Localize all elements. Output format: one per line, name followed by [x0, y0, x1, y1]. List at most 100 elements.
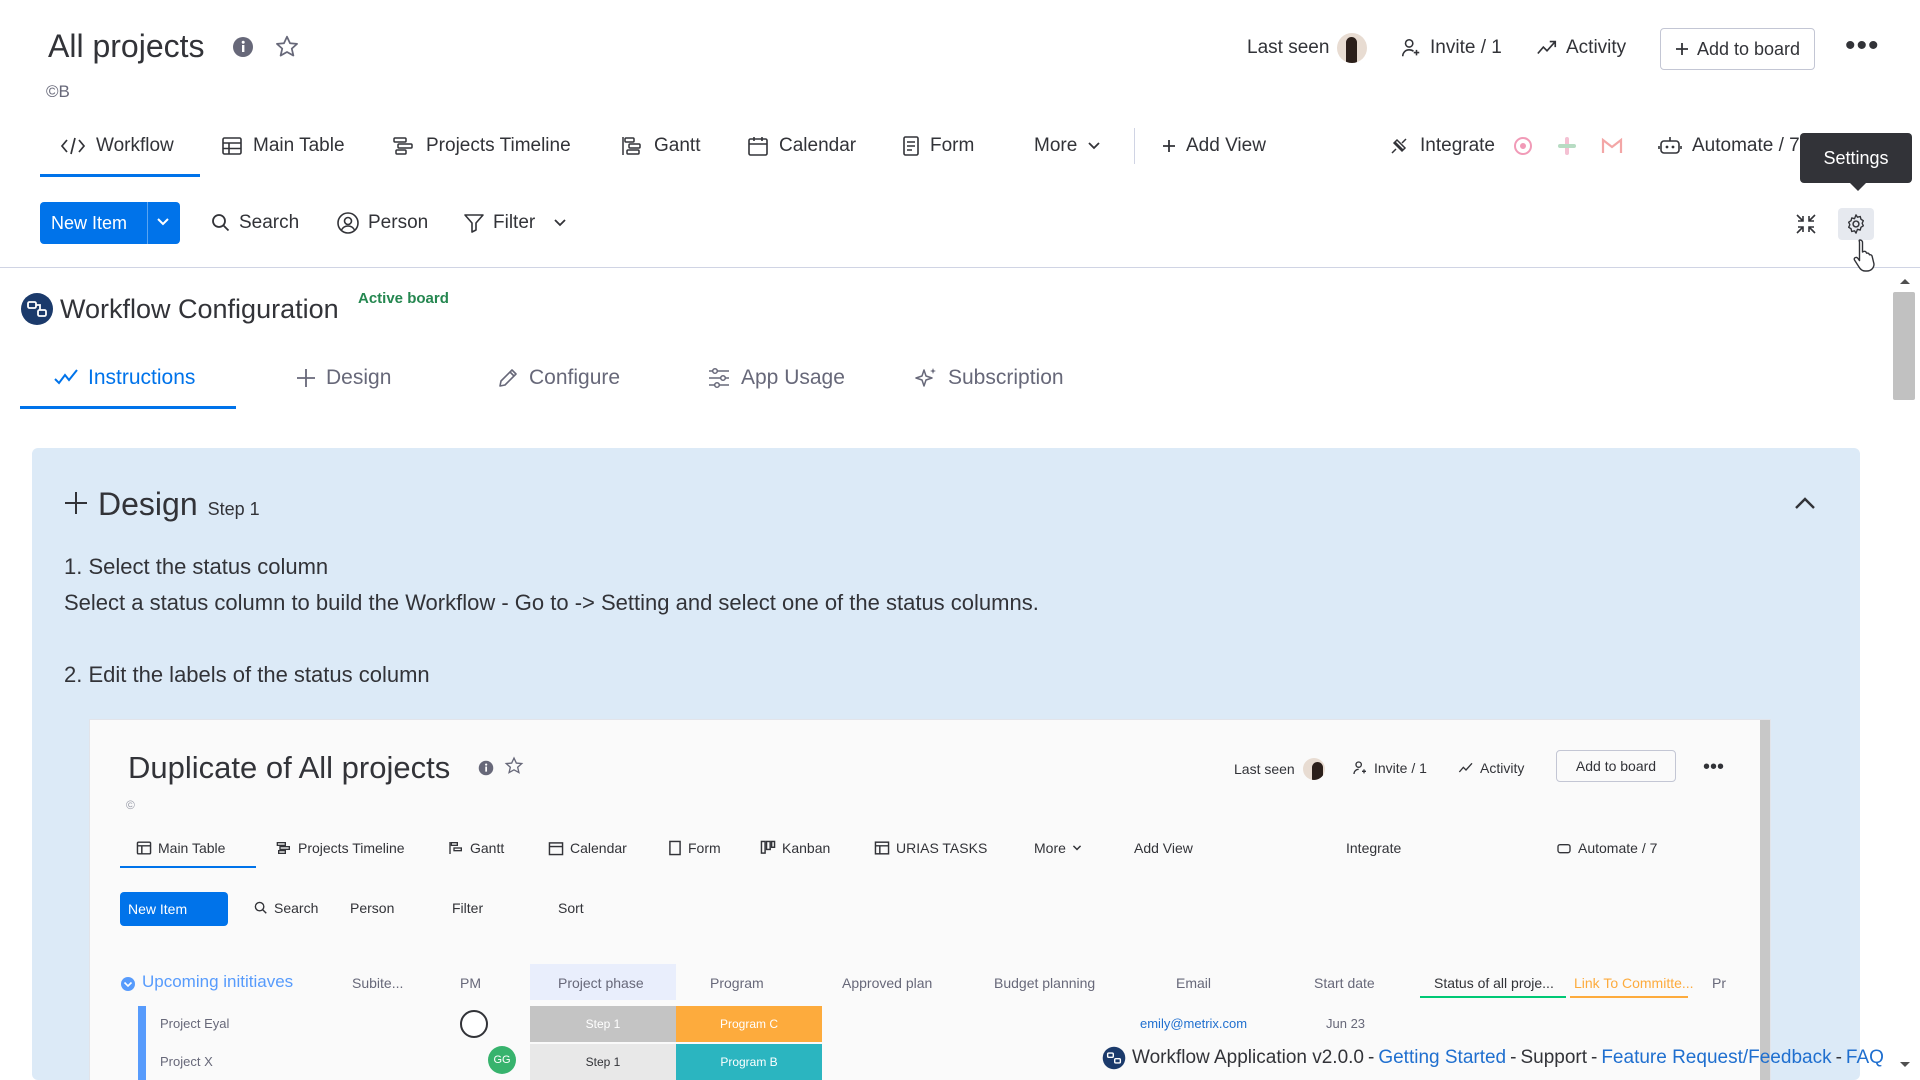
sparkle-icon [914, 366, 948, 390]
integrate-label: Integrate [1346, 840, 1402, 856]
add-view-label: Add View [1134, 840, 1193, 856]
activity-label: Activity [1566, 37, 1627, 58]
filter-button[interactable]: Filter [463, 204, 575, 242]
embedded-tab-urias-tasks: URIAS TASKS [874, 840, 987, 856]
robot-icon [1658, 135, 1692, 157]
getting-started-link[interactable]: Getting Started [1378, 1047, 1506, 1069]
board-title[interactable]: All projects [48, 28, 205, 65]
tab-app-usage[interactable]: App Usage [707, 360, 845, 396]
status-cell: Step 1 [530, 1044, 676, 1080]
gantt-icon [620, 135, 654, 157]
view-tab-active-indicator [40, 174, 200, 177]
more-options-button[interactable]: ••• [1845, 31, 1880, 61]
plus-icon [64, 491, 88, 515]
table-icon [221, 135, 253, 157]
separator: - [1591, 1047, 1598, 1068]
group-color-bar [138, 1006, 146, 1080]
view-tab-form[interactable]: Form [902, 128, 974, 164]
group-collapse-icon [120, 976, 136, 992]
view-tab-main-table[interactable]: Main Table [221, 128, 345, 164]
new-item-label: New Item [128, 901, 188, 917]
feature-request-link[interactable]: Feature Request/Feedback [1601, 1047, 1831, 1069]
faq-link[interactable]: FAQ [1846, 1047, 1884, 1069]
trend-icon [1458, 760, 1480, 776]
automate-label: Automate / 7 [1692, 135, 1800, 156]
integrate-button[interactable]: Integrate [1388, 128, 1633, 164]
column-underline [1570, 996, 1688, 998]
divider [147, 202, 148, 244]
scroll-up-icon[interactable] [1898, 276, 1912, 286]
scroll-down-icon[interactable] [1898, 1060, 1912, 1070]
new-item-button[interactable]: New Item [40, 202, 180, 244]
view-tab-label: Main Table [253, 135, 345, 156]
embedded-add-view: Add View [1134, 840, 1193, 856]
column-header: Pr [1712, 975, 1726, 991]
embedded-activity: Activity [1458, 760, 1524, 776]
chevron-down-icon[interactable] [156, 215, 170, 229]
gear-icon [1845, 213, 1867, 235]
info-icon[interactable] [232, 36, 254, 58]
board-header: All projects ©B Last seen Invite / 1 Act… [0, 0, 1920, 272]
tab-label: Instructions [88, 366, 196, 389]
integrate-label: Integrate [1420, 135, 1495, 156]
add-to-board-label: Add to board [1575, 758, 1657, 774]
tab-instructions[interactable]: Instructions [54, 360, 195, 396]
chevron-down-icon[interactable] [553, 218, 575, 228]
add-view-button[interactable]: Add View [1162, 128, 1266, 164]
slack-icon [1557, 136, 1587, 156]
tab-label: Projects Timeline [298, 840, 405, 856]
avatar[interactable] [1337, 33, 1368, 63]
chevron-up-icon[interactable] [1794, 496, 1816, 510]
activity-button[interactable]: Activity [1536, 26, 1626, 70]
automate-label: Automate / 7 [1578, 840, 1658, 856]
email-cell: emily@metrix.com [1140, 1016, 1248, 1031]
embedded-board-title: Duplicate of All projects [128, 750, 451, 785]
calendar-icon [747, 135, 779, 157]
search-icon [254, 901, 274, 915]
embedded-scrollbar [1760, 720, 1770, 1080]
scrollbar-thumb[interactable] [1893, 292, 1915, 400]
view-tab-more[interactable]: More [1034, 128, 1111, 164]
tab-design[interactable]: Design [296, 360, 391, 396]
calendar-icon [548, 840, 570, 856]
collapse-icon[interactable] [1794, 212, 1818, 236]
instruction-2-title: 2. Edit the labels of the status column [64, 662, 430, 687]
add-view-label: Add View [1186, 135, 1266, 156]
last-seen[interactable]: Last seen [1247, 26, 1368, 70]
view-tab-projects-timeline[interactable]: Projects Timeline [392, 128, 571, 164]
settings-button[interactable] [1838, 208, 1874, 240]
star-icon[interactable] [274, 34, 300, 60]
separator: - [1368, 1047, 1375, 1068]
add-to-board-button[interactable]: Add to board [1660, 28, 1815, 70]
tab-configure[interactable]: Configure [497, 360, 620, 396]
chevron-down-icon [1072, 844, 1088, 852]
invite-button[interactable]: Invite / 1 [1400, 26, 1502, 70]
view-tab-gantt[interactable]: Gantt [620, 128, 700, 164]
check-icon [54, 369, 88, 387]
search-button[interactable]: Search [211, 204, 299, 242]
integration-icon [1513, 136, 1543, 156]
automate-button[interactable]: Automate / 7 [1658, 128, 1800, 164]
embedded-automate: Automate / 7 [1556, 840, 1657, 856]
pencil-icon [497, 367, 529, 389]
column-header: Link To Committe... [1574, 975, 1694, 991]
view-tab-workflow[interactable]: Workflow [60, 128, 174, 164]
tab-label: Form [688, 840, 721, 856]
column-header: Subite... [352, 975, 404, 991]
person-filter-button[interactable]: Person [336, 204, 428, 242]
support-link[interactable]: Support [1520, 1047, 1587, 1069]
integrate-icon [1388, 135, 1420, 157]
person-label: Person [368, 212, 429, 233]
view-tab-label: More [1034, 135, 1078, 156]
sliders-icon [707, 367, 741, 389]
view-tab-calendar[interactable]: Calendar [747, 128, 856, 164]
embedded-tab-main-table: Main Table [136, 840, 225, 856]
instruction-1-body: Select a status column to build the Work… [64, 590, 1039, 615]
settings-tooltip: Settings [1800, 133, 1912, 191]
activity-label: Activity [1480, 760, 1525, 776]
filter-icon [463, 212, 493, 234]
embedded-tab-gantt: Gantt [448, 840, 504, 856]
plus-icon [296, 368, 326, 388]
column-header: Start date [1314, 975, 1375, 991]
tab-subscription[interactable]: Subscription [914, 360, 1064, 396]
